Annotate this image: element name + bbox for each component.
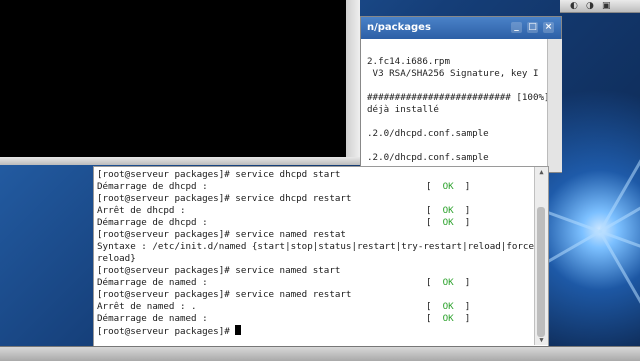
terminal-window[interactable]: [root@serveur packages]# service dhcpd s… (93, 166, 549, 348)
terminal-prompt: [root@serveur packages]# (97, 326, 236, 337)
file-window: n/packages _ □ × 2.fc14.i686.rpm V3 RSA/… (360, 16, 562, 173)
window-edge (346, 0, 360, 165)
network-icon[interactable]: ◐ (570, 0, 578, 12)
terminal-line: Démarrage de dhcpd : (97, 217, 208, 228)
bottom-taskbar (0, 346, 640, 361)
file-window-titlebar[interactable]: n/packages _ □ × (361, 17, 561, 39)
terminal-line: [root@serveur packages]# service named r… (97, 289, 352, 300)
terminal-line: Démarrage de named : (97, 313, 208, 324)
background-ray (598, 230, 640, 354)
black-video-overlay (0, 0, 360, 165)
output-line: déjà installé (367, 104, 439, 115)
ok-status: [ OK ] (426, 181, 471, 192)
terminal-line: [root@serveur packages]# service dhcpd s… (97, 169, 341, 180)
terminal-line: [root@serveur packages]# service named r… (97, 229, 346, 240)
ok-status: [ OK ] (426, 277, 471, 288)
output-line: V3 RSA/SHA256 Signature, key I (367, 68, 539, 79)
window-edge (0, 157, 360, 165)
file-window-content: 2.fc14.i686.rpm V3 RSA/SHA256 Signature,… (361, 39, 550, 172)
terminal-scrollbar[interactable]: ▲ ▼ (534, 167, 548, 345)
text-cursor (235, 325, 242, 335)
scrollbar-thumb[interactable] (537, 207, 545, 337)
output-line: .2.0/dhcpd.conf.sample (367, 152, 489, 163)
terminal-line: reload} (97, 253, 136, 264)
top-panel: ◐ ◑ ▣ (560, 0, 640, 13)
scrollbar[interactable] (547, 39, 562, 172)
terminal-line: Arrêt de dhcpd : (97, 205, 186, 216)
terminal-line: Arrêt de named : . (97, 301, 197, 312)
ok-status: [ OK ] (426, 217, 471, 228)
ok-status: [ OK ] (426, 205, 471, 216)
terminal-line: [root@serveur packages]# service named s… (97, 265, 341, 276)
output-line: .2.0/dhcpd.conf.sample (367, 128, 489, 139)
scroll-down-icon[interactable]: ▼ (535, 335, 548, 345)
ok-status: [ OK ] (426, 313, 471, 324)
ok-status: [ OK ] (426, 301, 471, 312)
background-ray (598, 109, 640, 233)
close-button[interactable]: × (543, 22, 554, 33)
minimize-button[interactable]: _ (511, 22, 522, 33)
output-line: 2.fc14.i686.rpm (367, 56, 450, 67)
terminal-line: Démarrage de named : (97, 277, 208, 288)
terminal-line: Syntaxe : /etc/init.d/named {start|stop|… (97, 241, 540, 252)
window-title: n/packages (367, 22, 431, 33)
volume-icon[interactable]: ◑ (586, 0, 594, 12)
system-icon[interactable]: ▣ (602, 0, 611, 12)
terminal-line: [root@serveur packages]# service dhcpd r… (97, 193, 352, 204)
terminal-line: Démarrage de dhcpd : (97, 181, 208, 192)
terminal-prompt-line[interactable]: [root@serveur packages]# (97, 325, 242, 337)
maximize-button[interactable]: □ (527, 22, 538, 33)
output-line: ########################## [100%] (367, 92, 550, 103)
scroll-up-icon[interactable]: ▲ (535, 167, 548, 177)
